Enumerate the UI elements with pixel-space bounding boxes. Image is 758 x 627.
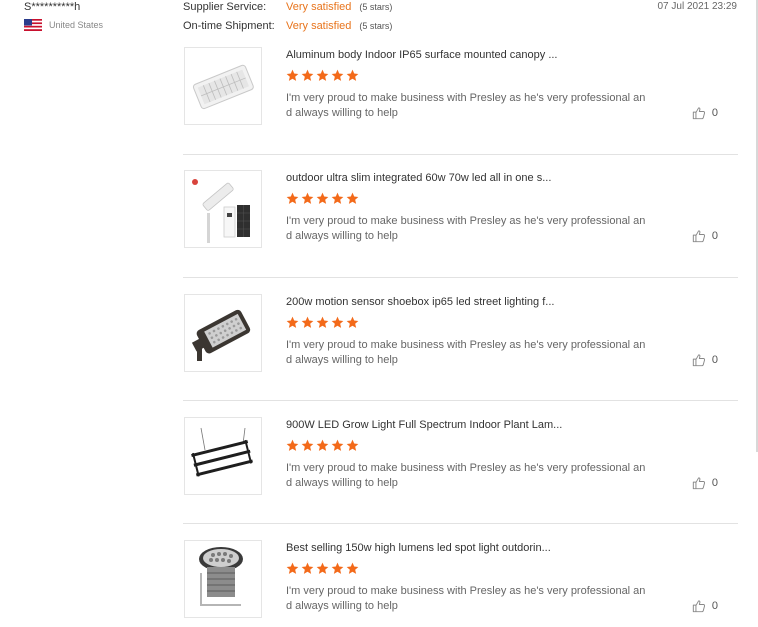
product-title[interactable]: 200w motion sensor shoebox ip65 led stre… (286, 296, 554, 308)
review-comment: I'm very proud to make business with Pre… (286, 92, 646, 119)
star-icon (346, 69, 359, 81)
star-rating (286, 316, 359, 329)
star-icon (316, 439, 329, 451)
product-thumbnail[interactable] (184, 417, 262, 495)
canopy-light-icon (192, 64, 254, 110)
product-title[interactable]: 900W LED Grow Light Full Spectrum Indoor… (286, 419, 562, 431)
star-icon (346, 316, 359, 328)
thumbs-up-icon (692, 477, 705, 490)
spot-light-icon (199, 547, 243, 606)
thumbs-up-icon (692, 600, 705, 613)
star-icon (331, 69, 344, 81)
divider (183, 523, 738, 524)
review-comment: I'm very proud to make business with Pre… (286, 585, 646, 612)
star-icon (286, 69, 299, 81)
like-count: 0 (711, 107, 718, 119)
star-icon (301, 439, 314, 451)
reviewer-name: S**********h (24, 1, 81, 13)
product-thumbnail[interactable] (184, 170, 262, 248)
grow-light-icon (191, 427, 253, 477)
review-comment: I'm very proud to make business with Pre… (286, 462, 646, 489)
rating-on-time-shipment: On-time Shipment: Very satisfied (5 star… (183, 20, 392, 32)
star-icon (346, 439, 359, 451)
divider (183, 277, 738, 278)
rating-value: Very satisfied (286, 20, 352, 32)
us-flag-icon (24, 19, 42, 31)
star-icon (301, 316, 314, 328)
star-icon (301, 69, 314, 81)
review-comment: I'm very proud to make business with Pre… (286, 339, 646, 366)
product-review-item: 900W LED Grow Light Full Spectrum Indoor… (183, 417, 738, 507)
rating-label: Supplier Service: (183, 1, 267, 13)
star-icon (331, 316, 344, 328)
star-icon (331, 439, 344, 451)
star-rating (286, 439, 359, 452)
country-label: United States (49, 20, 104, 30)
star-icon (286, 562, 299, 574)
star-icon (286, 192, 299, 204)
product-thumbnail[interactable] (184, 540, 262, 618)
product-review-item: 200w motion sensor shoebox ip65 led stre… (183, 294, 738, 384)
like-button[interactable]: 0 (692, 353, 718, 367)
like-count: 0 (711, 477, 718, 489)
star-icon (286, 439, 299, 451)
product-title[interactable]: Aluminum body Indoor IP65 surface mounte… (286, 49, 558, 61)
star-icon (286, 316, 299, 328)
thumbs-up-icon (692, 107, 705, 120)
like-button[interactable]: 0 (692, 229, 718, 243)
like-count: 0 (711, 354, 718, 366)
star-rating (286, 562, 359, 575)
like-button[interactable]: 0 (692, 476, 718, 490)
star-icon (316, 316, 329, 328)
review-comment: I'm very proud to make business with Pre… (286, 215, 646, 242)
rating-supplier-service: Supplier Service: Very satisfied (5 star… (183, 1, 392, 13)
review-date: 07 Jul 2021 23:29 (657, 1, 737, 12)
rating-label: On-time Shipment: (183, 20, 275, 32)
like-button[interactable]: 0 (692, 599, 718, 613)
divider (183, 400, 738, 401)
product-thumbnail[interactable] (184, 47, 262, 125)
thumbs-up-icon (692, 230, 705, 243)
rating-stars-count: (5 stars) (359, 2, 393, 12)
star-icon (301, 192, 314, 204)
star-icon (331, 192, 344, 204)
star-icon (316, 69, 329, 81)
product-review-item: Aluminum body Indoor IP65 surface mounte… (183, 47, 738, 137)
like-count: 0 (711, 230, 718, 242)
product-review-item: Best selling 150w high lumens led spot l… (183, 540, 738, 627)
product-title[interactable]: outdoor ultra slim integrated 60w 70w le… (286, 172, 551, 184)
star-icon (301, 562, 314, 574)
like-count: 0 (711, 600, 718, 612)
star-icon (316, 562, 329, 574)
product-review-item: outdoor ultra slim integrated 60w 70w le… (183, 170, 738, 260)
reviewer-country: United States (24, 19, 103, 31)
rating-value: Very satisfied (286, 1, 352, 13)
product-title[interactable]: Best selling 150w high lumens led spot l… (286, 542, 551, 554)
star-icon (331, 562, 344, 574)
star-icon (316, 192, 329, 204)
star-icon (346, 562, 359, 574)
star-icon (346, 192, 359, 204)
star-rating (286, 192, 359, 205)
solar-street-light-icon (192, 179, 250, 243)
rating-stars-count: (5 stars) (359, 21, 393, 31)
thumbs-up-icon (692, 354, 705, 367)
like-button[interactable]: 0 (692, 106, 718, 120)
product-thumbnail[interactable] (184, 294, 262, 372)
star-rating (286, 69, 359, 82)
divider (183, 154, 738, 155)
shoebox-light-icon (191, 309, 251, 361)
